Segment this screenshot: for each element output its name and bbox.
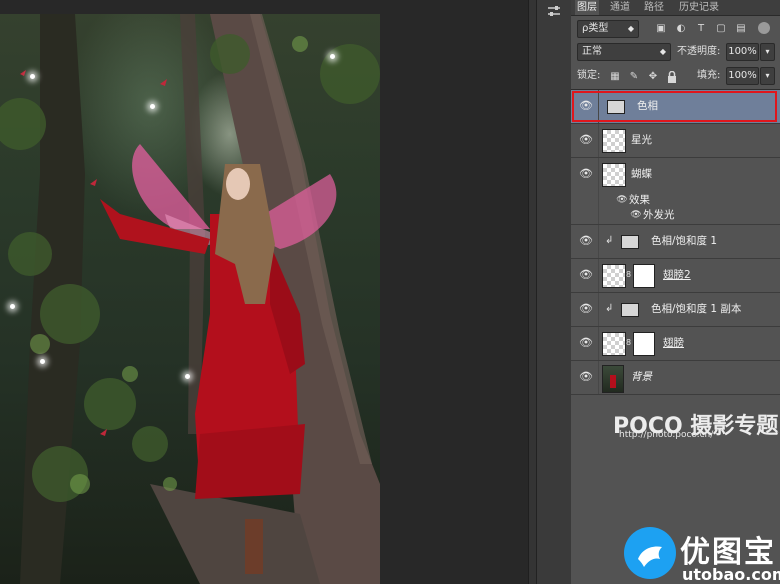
tab-layers[interactable]: 图层: [575, 0, 599, 15]
mask-thumbnail: [633, 332, 655, 356]
divider: [598, 225, 599, 258]
layer-name: 翅膀2: [663, 269, 691, 281]
fill-input[interactable]: 100%: [726, 67, 759, 85]
lock-brush-icon[interactable]: ✎: [628, 71, 640, 83]
lock-row: 锁定: ▦ ✎ ✥ 填充: 100% ▾: [571, 66, 780, 86]
fill-label: 填充:: [697, 70, 721, 81]
divider: [598, 327, 599, 360]
tab-channels[interactable]: 通道: [607, 0, 633, 15]
layers-panel: 图层 通道 路径 历史记录 ρ类型 ◆ ▣ ◐ T ▢ ▤ 正常 ◆ 不透明度:…: [571, 0, 780, 584]
watermark-url: http://photo.poco.cn/: [619, 430, 714, 440]
selection-highlight-box: [572, 91, 777, 122]
adjust-sliders-icon[interactable]: [546, 4, 562, 20]
adjustment-thumbnail: [621, 303, 639, 317]
eye-icon[interactable]: 👁: [579, 167, 593, 181]
eye-icon[interactable]: 👁: [629, 208, 643, 222]
bird-logo-icon: [624, 527, 676, 579]
layer-row[interactable]: 👁 蝴蝶 👁 效果 👁 外发光: [571, 158, 780, 225]
blend-row: 正常 ◆ 不透明度: 100% ▾: [571, 42, 780, 62]
chevron-down-icon: ◆: [627, 24, 634, 33]
dress-photo: [602, 365, 624, 393]
chevron-down-icon: ◆: [659, 47, 666, 56]
pixel-filter-icon[interactable]: ▣: [655, 23, 667, 35]
tab-history[interactable]: 历史记录: [675, 0, 723, 15]
layer-name: 色相/饱和度 1: [651, 235, 718, 247]
type-filter-icon[interactable]: T: [695, 23, 707, 35]
eye-icon[interactable]: 👁: [579, 370, 593, 384]
divider: [598, 259, 599, 292]
clip-arrow-icon: ↲: [605, 303, 614, 314]
fairy-photo: [0, 14, 380, 584]
layer-name: 背景: [631, 371, 652, 383]
lock-transparent-icon[interactable]: ▦: [609, 71, 621, 83]
outer-glow-label: 外发光: [643, 209, 675, 221]
clip-arrow-icon: ↲: [605, 235, 614, 246]
filter-row: ρ类型 ◆ ▣ ◐ T ▢ ▤: [571, 19, 780, 39]
lock-label: 锁定:: [577, 70, 601, 81]
effects-label: 效果: [629, 194, 650, 206]
panel-dock: [536, 0, 572, 584]
blend-mode-value: 正常: [582, 46, 602, 57]
brand-url: utobao.com: [682, 565, 780, 584]
adjustment-thumbnail: [621, 235, 639, 249]
layer-name: 翅膀: [663, 337, 684, 349]
document-canvas[interactable]: [0, 0, 528, 584]
layer-row[interactable]: 👁 8 翅膀2: [571, 259, 780, 293]
layers-list: 👁 色相 👁 星光 👁 蝴蝶 👁 效果 👁 外发光 👁 ↲ 色相/饱和度 1 👁…: [571, 89, 780, 396]
layer-thumbnail: [602, 332, 626, 356]
layer-thumbnail: [602, 129, 626, 153]
link-icon[interactable]: 8: [626, 269, 632, 281]
divider: [598, 293, 599, 326]
tab-paths[interactable]: 路径: [641, 0, 667, 15]
layer-name: 星光: [631, 134, 652, 146]
blend-mode-select[interactable]: 正常 ◆: [577, 43, 671, 61]
layer-thumbnail: [602, 264, 626, 288]
utobao-brand: 优图宝 utobao.com: [624, 527, 780, 584]
layer-row[interactable]: 👁 星光: [571, 124, 780, 158]
panel-tabs: 图层 通道 路径 历史记录: [571, 0, 780, 16]
mask-thumbnail: [633, 264, 655, 288]
opacity-input[interactable]: 100%: [726, 43, 759, 61]
layer-row[interactable]: 👁 8 翅膀: [571, 327, 780, 361]
eye-icon[interactable]: 👁: [615, 193, 629, 207]
lock-icon[interactable]: [666, 70, 678, 83]
layer-thumbnail: [602, 163, 626, 187]
opacity-label: 不透明度:: [677, 46, 721, 57]
smart-object-filter-icon[interactable]: ▤: [735, 23, 747, 35]
layer-row[interactable]: 👁 ↲ 色相/饱和度 1 副本: [571, 293, 780, 327]
link-icon[interactable]: 8: [626, 337, 632, 349]
eye-icon[interactable]: 👁: [579, 302, 593, 316]
lock-position-icon[interactable]: ✥: [647, 71, 659, 83]
filter-toggle[interactable]: [758, 22, 770, 34]
layer-row[interactable]: 👁 ↲ 色相/饱和度 1: [571, 225, 780, 259]
shape-filter-icon[interactable]: ▢: [715, 23, 727, 35]
layer-name: 蝴蝶: [631, 168, 652, 180]
eye-icon[interactable]: 👁: [579, 133, 593, 147]
eye-icon[interactable]: 👁: [579, 336, 593, 350]
filter-kind-select[interactable]: ρ类型 ◆: [577, 20, 639, 38]
layer-name: 色相/饱和度 1 副本: [651, 303, 742, 315]
layer-row[interactable]: 👁 背景: [571, 361, 780, 395]
eye-icon[interactable]: 👁: [579, 234, 593, 248]
filter-kind-label: ρ类型: [582, 23, 609, 34]
divider: [598, 158, 599, 224]
eye-icon[interactable]: 👁: [579, 268, 593, 282]
divider: [598, 124, 599, 157]
divider: [598, 361, 599, 394]
adjustment-filter-icon[interactable]: ◐: [675, 23, 687, 35]
opacity-dropdown-icon[interactable]: ▾: [760, 43, 775, 61]
fill-dropdown-icon[interactable]: ▾: [760, 67, 775, 85]
